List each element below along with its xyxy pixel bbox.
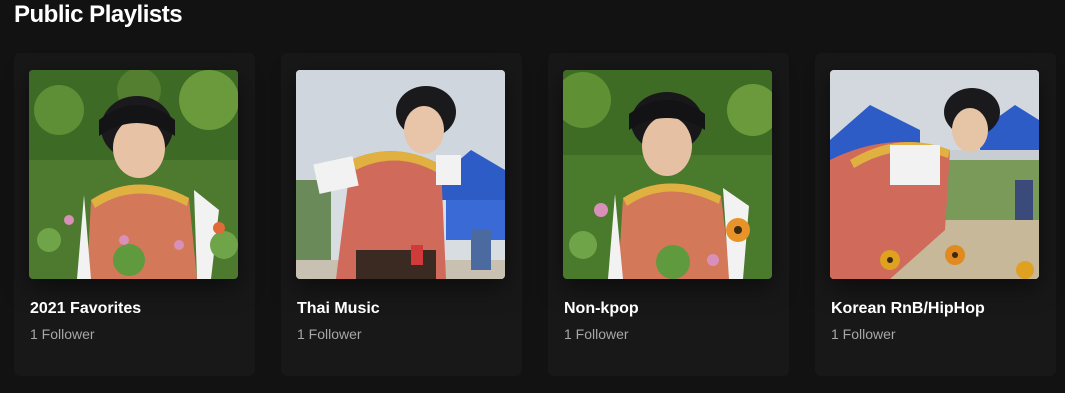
playlist-grid: 2021 Favorites 1 Follower Thai Music 1 F… xyxy=(14,53,1056,376)
playlist-title[interactable]: 2021 Favorites xyxy=(30,300,141,318)
playlist-cover-image xyxy=(29,70,238,279)
playlist-title[interactable]: Non-kpop xyxy=(564,300,639,318)
playlist-followers: 1 Follower xyxy=(564,326,629,342)
playlist-followers: 1 Follower xyxy=(297,326,362,342)
playlist-card[interactable]: Thai Music 1 Follower xyxy=(281,53,522,376)
playlist-card[interactable]: 2021 Favorites 1 Follower xyxy=(14,53,255,376)
playlist-cover-image xyxy=(296,70,505,279)
playlist-card[interactable]: Non-kpop 1 Follower xyxy=(548,53,789,376)
playlist-cover-image xyxy=(563,70,772,279)
playlist-cover-image xyxy=(830,70,1039,279)
section-title[interactable]: Public Playlists xyxy=(14,0,183,30)
playlist-title[interactable]: Thai Music xyxy=(297,300,380,318)
playlist-title[interactable]: Korean RnB/HipHop xyxy=(831,300,985,318)
playlist-card[interactable]: Korean RnB/HipHop 1 Follower xyxy=(815,53,1056,376)
playlist-followers: 1 Follower xyxy=(831,326,896,342)
playlist-followers: 1 Follower xyxy=(30,326,95,342)
